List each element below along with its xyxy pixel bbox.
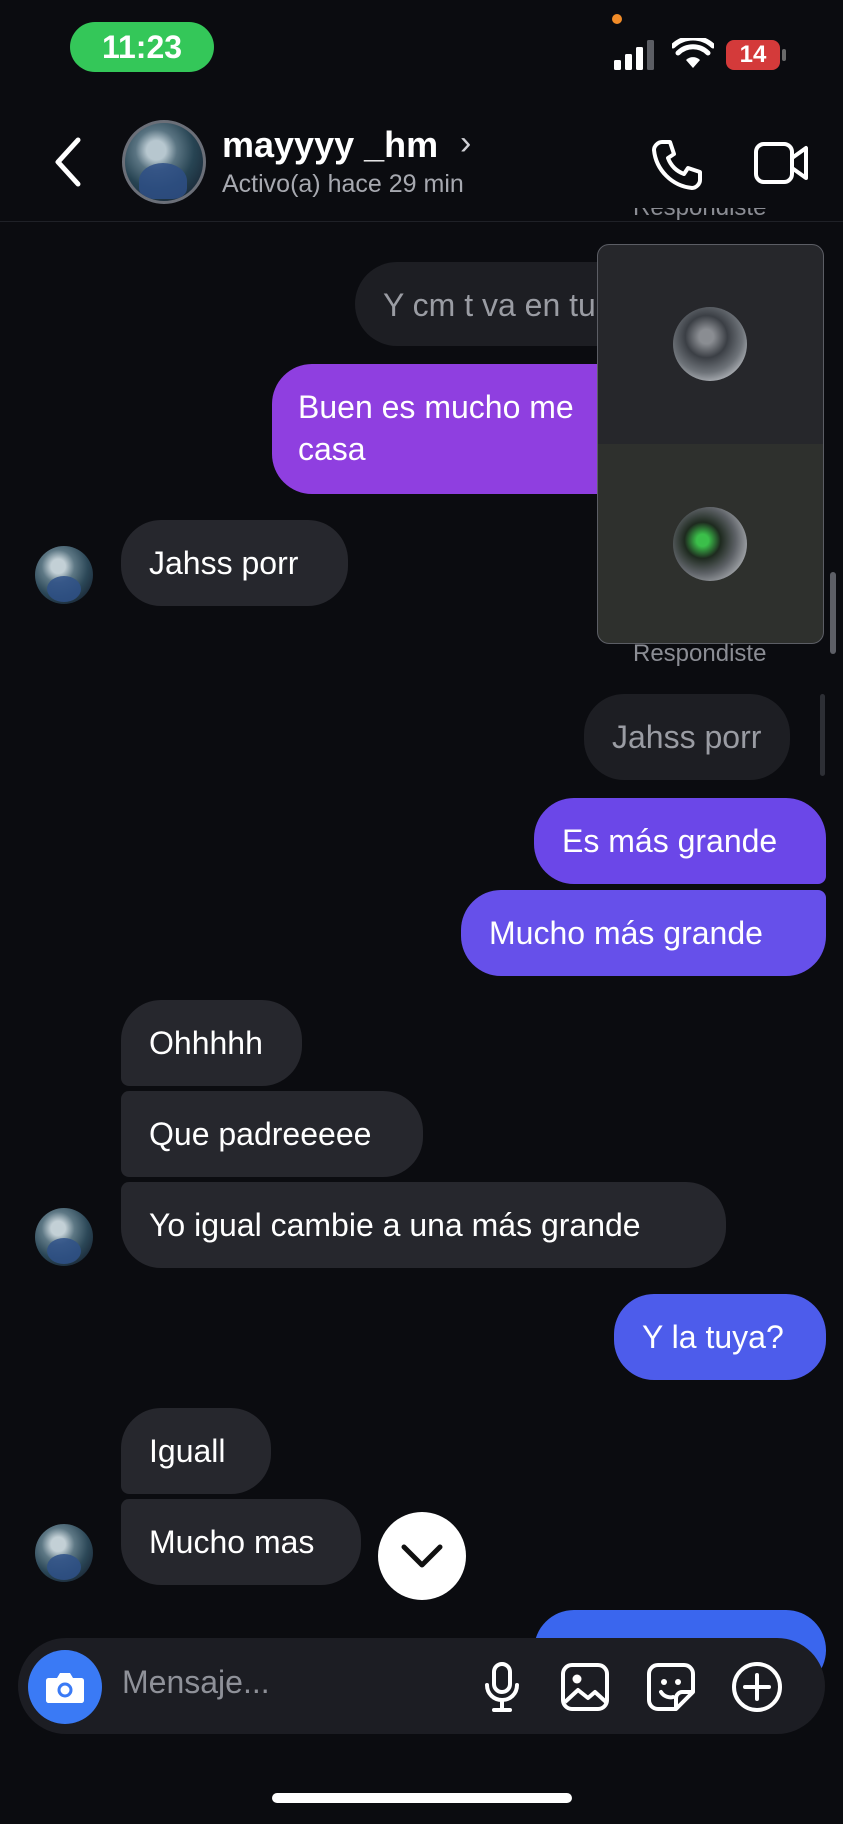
phone-icon — [652, 140, 702, 190]
microphone-icon — [485, 1662, 519, 1712]
message-text: casa — [298, 431, 366, 467]
sticker-button[interactable] — [644, 1660, 698, 1714]
quoted-message-text: Jahss porr — [612, 719, 762, 755]
reply-label-top: Respondiste — [633, 208, 766, 224]
quoted-message-text: Y cm t va en tu — [383, 287, 596, 323]
reply-quote-bar — [820, 694, 825, 776]
incoming-message[interactable]: Yo igual cambie a una más grande — [121, 1182, 726, 1268]
contact-activity-status: Activo(a) hace 29 min — [222, 170, 464, 198]
chevron-right-icon[interactable]: › — [460, 124, 471, 163]
contact-avatar-small[interactable] — [35, 546, 93, 604]
message-text: Es más grande — [562, 823, 778, 859]
contact-avatar-small[interactable] — [35, 1208, 93, 1266]
incoming-message[interactable]: Iguall — [121, 1408, 271, 1494]
message-text: Yo igual cambie a una más grande — [149, 1207, 641, 1243]
mic-in-use-indicator — [612, 14, 622, 24]
status-time: 11:23 — [70, 22, 214, 72]
incoming-message[interactable]: Jahss porr — [121, 520, 348, 606]
message-text: Mucho mas — [149, 1524, 315, 1560]
outgoing-message[interactable]: Mucho más grande — [461, 890, 826, 976]
voice-message-button[interactable] — [476, 1660, 528, 1714]
outgoing-message[interactable]: Es más grande — [534, 798, 826, 884]
home-indicator[interactable] — [272, 1793, 572, 1803]
message-text: Y la tuya? — [642, 1319, 784, 1355]
wifi-icon — [670, 35, 716, 75]
cellular-signal-icon — [614, 40, 656, 75]
video-call-button[interactable] — [754, 138, 810, 193]
sticker-icon — [647, 1663, 695, 1711]
story-thumbnail[interactable] — [673, 507, 747, 581]
image-icon — [561, 1663, 609, 1711]
camera-button[interactable] — [28, 1650, 102, 1724]
outgoing-message[interactable]: Y la tuya? — [614, 1294, 826, 1380]
video-camera-icon — [754, 142, 808, 184]
scrollbar[interactable] — [830, 572, 836, 654]
more-options-button[interactable] — [730, 1660, 784, 1714]
outgoing-message[interactable]: Buen es mucho me casa — [272, 364, 612, 494]
gallery-button[interactable] — [558, 1660, 612, 1714]
message-text: Jahss porr — [149, 545, 299, 581]
message-input[interactable]: Mensaje... — [122, 1664, 270, 1701]
battery-icon: 14 — [726, 40, 780, 70]
scroll-to-bottom-button[interactable] — [378, 1512, 466, 1600]
contact-avatar-small[interactable] — [35, 1524, 93, 1582]
battery-nub — [782, 49, 786, 61]
camera-icon — [46, 1673, 84, 1703]
incoming-message[interactable]: Ohhhhh — [121, 1000, 302, 1086]
message-text: Que padreeeee — [149, 1116, 372, 1152]
contact-avatar[interactable] — [122, 120, 206, 204]
message-text: Ohhhhh — [149, 1025, 263, 1061]
voice-call-button[interactable] — [648, 136, 704, 197]
quoted-message[interactable]: Jahss porr — [584, 694, 790, 780]
message-text: Buen es mucho me — [298, 389, 574, 425]
incoming-message[interactable]: Que padreeeee — [121, 1091, 423, 1177]
message-text: Mucho más grande — [489, 915, 763, 951]
story-reply-preview[interactable] — [597, 244, 824, 644]
incoming-message[interactable]: Mucho mas — [121, 1499, 361, 1585]
back-button[interactable] — [48, 134, 88, 190]
reply-label: Respondiste — [633, 640, 767, 667]
plus-circle-icon — [732, 1662, 782, 1712]
message-text: Iguall — [149, 1433, 226, 1469]
contact-username[interactable]: mayyyy _hm — [222, 124, 438, 166]
chevron-down-icon — [401, 1544, 443, 1568]
chevron-left-icon — [55, 137, 81, 187]
story-thumbnail[interactable] — [673, 307, 747, 381]
